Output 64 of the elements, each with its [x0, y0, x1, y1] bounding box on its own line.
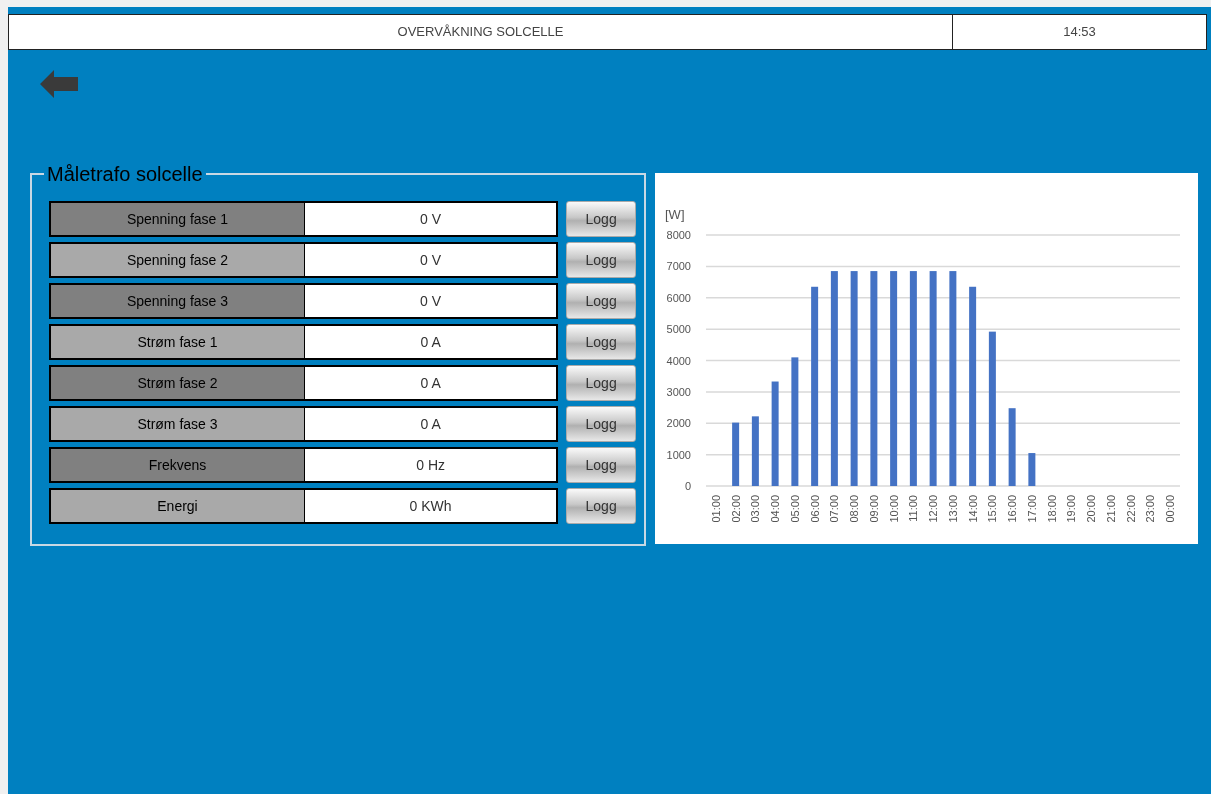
measurement-label: Strøm fase 3 — [51, 408, 305, 440]
measurement-label: Energi — [51, 490, 305, 522]
axis-tick-label: 22:00 — [1124, 495, 1137, 523]
log-button[interactable]: Logg — [566, 406, 636, 442]
axis-tick-label: 12:00 — [927, 495, 940, 523]
axis-tick-label: 3000 — [666, 385, 691, 398]
axis-tick-label: 21:00 — [1104, 495, 1117, 523]
log-button[interactable]: Logg — [566, 283, 636, 319]
axis-tick-label: 06:00 — [808, 495, 821, 523]
axis-tick-label: 13:00 — [946, 495, 959, 523]
bar — [732, 422, 740, 486]
axis-tick-label: 07:00 — [828, 495, 841, 523]
axis-tick-label: 11:00 — [907, 495, 920, 522]
log-button[interactable]: Logg — [566, 365, 636, 401]
measurement-label: Spenning fase 1 — [51, 203, 305, 235]
measurement-label: Strøm fase 1 — [51, 326, 305, 358]
axis-tick-label: 7000 — [666, 260, 691, 273]
log-button[interactable]: Logg — [566, 447, 636, 483]
axis-tick-label: 01:00 — [709, 495, 722, 523]
axis-tick-label: 03:00 — [749, 495, 762, 523]
axis-tick-label: 0 — [684, 480, 691, 492]
axis-tick-label: 19:00 — [1065, 495, 1078, 523]
axis-tick-label: 05:00 — [788, 495, 801, 523]
axis-tick-label: 20:00 — [1085, 495, 1098, 523]
axis-tick-label: 5000 — [666, 323, 691, 336]
back-arrow-icon[interactable] — [40, 70, 78, 98]
axis-tick-label: 1000 — [666, 448, 691, 461]
axis-tick-label: 04:00 — [769, 495, 782, 523]
bar — [1028, 453, 1036, 486]
axis-tick-label: 2000 — [666, 417, 691, 430]
axis-tick-label: 14:00 — [966, 495, 979, 523]
axis-tick-label: 8000 — [666, 229, 691, 241]
axis-tick-label: 6000 — [666, 291, 691, 304]
log-button[interactable]: Logg — [566, 488, 636, 524]
measurement-value: 0 A — [305, 408, 557, 440]
measurement-value: 0 A — [305, 367, 557, 399]
axis-tick-label: 08:00 — [848, 495, 861, 523]
axis-tick-label: 00:00 — [1164, 495, 1177, 523]
measurement-label: Frekvens — [51, 449, 305, 481]
axis-tick-label: 17:00 — [1025, 495, 1038, 523]
axis-tick-label: 4000 — [666, 354, 691, 367]
axis-title: [W] — [665, 207, 685, 222]
axis-tick-label: 18:00 — [1045, 495, 1058, 523]
log-button[interactable]: Logg — [566, 201, 636, 237]
bar — [751, 416, 759, 486]
axis-tick-label: 23:00 — [1144, 495, 1157, 523]
log-button[interactable]: Logg — [566, 242, 636, 278]
measurement-value: 0 KWh — [305, 490, 557, 522]
measurement-value: 0 V — [305, 203, 557, 235]
axis-tick-label: 02:00 — [729, 495, 742, 523]
axis-tick-label: 16:00 — [1006, 495, 1019, 523]
axis-tick-label: 15:00 — [986, 495, 999, 523]
axis-tick-label: 10:00 — [887, 495, 900, 523]
measurement-label: Strøm fase 2 — [51, 367, 305, 399]
measurement-value: 0 V — [305, 244, 557, 276]
measurement-value: 0 V — [305, 285, 557, 317]
measurement-value: 0 A — [305, 326, 557, 358]
axis-tick-label: 09:00 — [867, 495, 880, 523]
clock: 14:53 — [1062, 23, 1097, 42]
measurement-value: 0 Hz — [305, 449, 557, 481]
measurement-label: Spenning fase 3 — [51, 285, 305, 317]
screen-title: OVERVÅKNING SOLCELLE — [9, 15, 953, 49]
measurement-label: Spenning fase 2 — [51, 244, 305, 276]
log-button[interactable]: Logg — [566, 324, 636, 360]
